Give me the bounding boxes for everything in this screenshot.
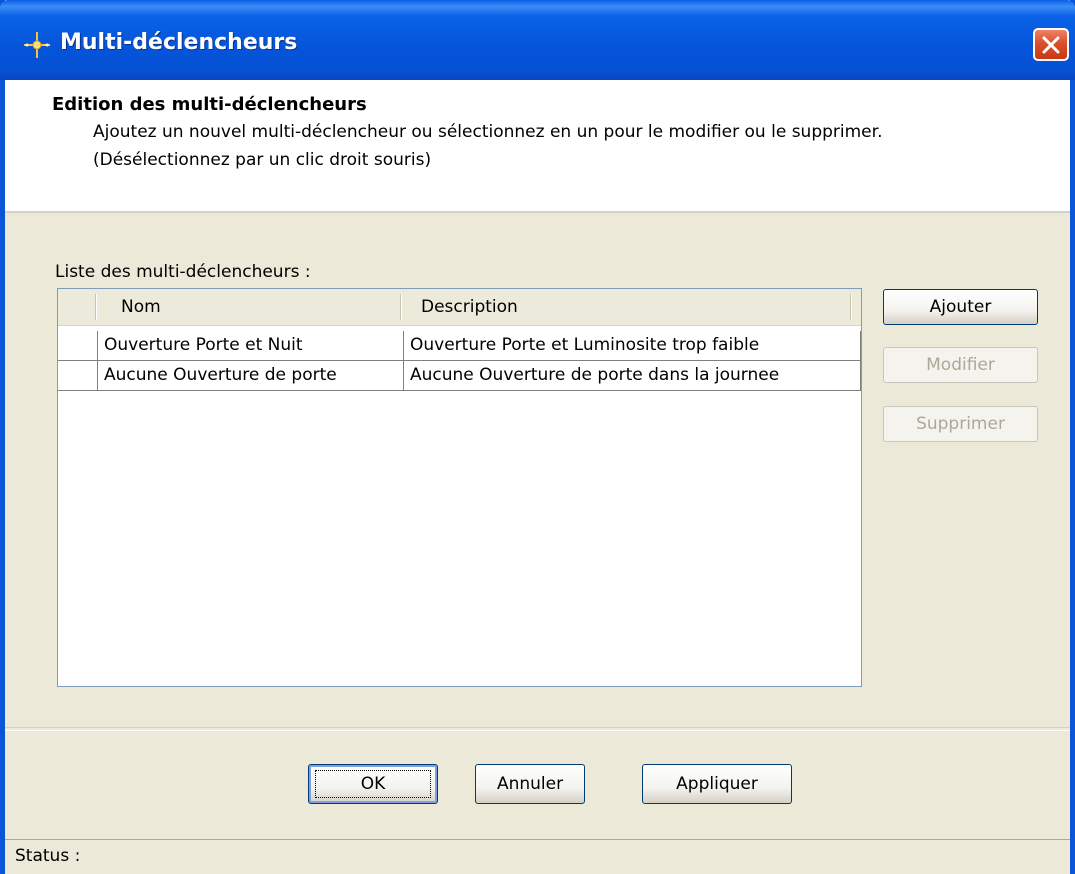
close-button[interactable]	[1033, 28, 1069, 61]
triggers-table[interactable]: Nom Description Ouverture Porte et Nuit …	[57, 288, 862, 687]
delete-button[interactable]: Supprimer	[883, 406, 1038, 442]
title-bar[interactable]: Multi-déclencheurs	[0, 0, 1075, 80]
row-selector-cell[interactable]	[58, 361, 98, 391]
apply-button[interactable]: Appliquer	[642, 764, 792, 804]
cancel-button[interactable]: Annuler	[475, 764, 585, 804]
add-button[interactable]: Ajouter	[883, 289, 1038, 325]
description-cell[interactable]: Ouverture Porte et Luminosite trop faibl…	[404, 331, 861, 361]
table-row[interactable]: Ouverture Porte et Nuit Ouverture Porte …	[58, 331, 861, 361]
table-header: Nom Description	[58, 289, 861, 326]
header-description: Ajoutez un nouvel multi-déclencheur ou s…	[93, 122, 883, 142]
table-row[interactable]: Aucune Ouverture de porte Aucune Ouvertu…	[58, 361, 861, 391]
header-hint: (Désélectionnez par un clic droit souris…	[93, 150, 432, 170]
column-header-description[interactable]: Description	[421, 289, 851, 325]
focus-ring	[315, 770, 431, 798]
header-panel: Edition des multi-déclencheurs Ajoutez u…	[5, 80, 1070, 213]
nom-cell[interactable]: Ouverture Porte et Nuit	[98, 331, 404, 361]
ok-button[interactable]: OK	[308, 764, 438, 804]
column-divider-highlight	[851, 294, 852, 320]
status-label: Status :	[15, 846, 81, 866]
column-header-nom[interactable]: Nom	[121, 289, 401, 325]
column-header-select[interactable]	[58, 289, 96, 325]
status-bar: Status :	[5, 839, 1070, 874]
column-divider-highlight	[401, 294, 402, 320]
column-divider-highlight	[96, 294, 97, 320]
window-title: Multi-déclencheurs	[60, 30, 298, 55]
footer-divider	[5, 727, 1070, 731]
header-title: Edition des multi-déclencheurs	[52, 94, 367, 115]
close-icon	[1042, 36, 1060, 54]
dialog-window: Multi-déclencheurs Edition des multi-déc…	[0, 0, 1075, 874]
list-label: Liste des multi-déclencheurs :	[55, 262, 311, 282]
trigger-icon	[24, 32, 50, 58]
nom-cell[interactable]: Aucune Ouverture de porte	[98, 361, 404, 391]
row-selector-cell[interactable]	[58, 331, 98, 361]
description-cell[interactable]: Aucune Ouverture de porte dans la journe…	[404, 361, 861, 391]
edit-button[interactable]: Modifier	[883, 347, 1038, 383]
